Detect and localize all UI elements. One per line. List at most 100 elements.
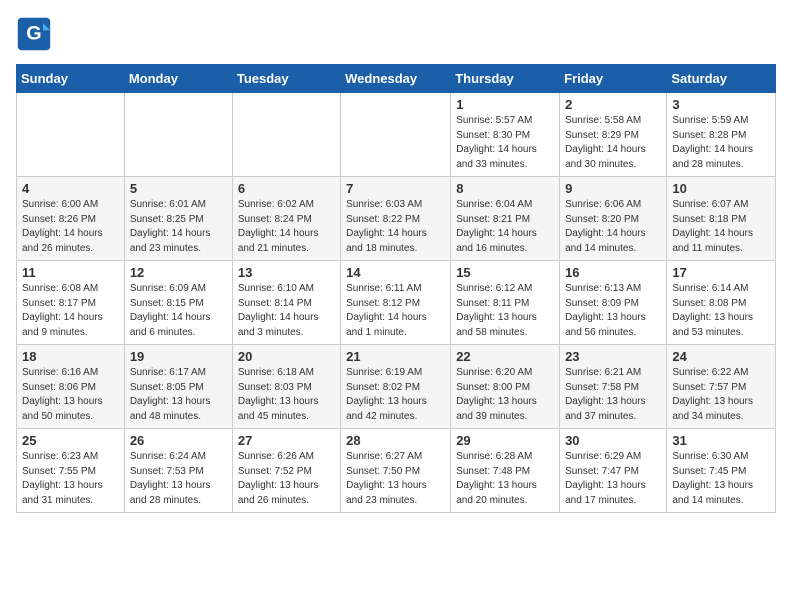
day-number: 16: [565, 265, 661, 280]
calendar-cell: 31 Sunrise: 6:30 AM Sunset: 7:45 PM Dayli…: [667, 429, 776, 513]
day-number: 18: [22, 349, 119, 364]
day-info: Sunrise: 6:14 AM Sunset: 8:08 PM Dayligh…: [672, 282, 770, 340]
day-number: 24: [672, 349, 770, 364]
calendar-cell: 8 Sunrise: 6:04 AM Sunset: 8:21 PM Daylig…: [451, 177, 560, 261]
day-info: Sunrise: 6:11 AM Sunset: 8:12 PM Dayligh…: [346, 282, 445, 340]
day-number: 22: [456, 349, 554, 364]
calendar-cell: 18 Sunrise: 6:16 AM Sunset: 8:06 PM Dayli…: [17, 345, 125, 429]
weekday-header-saturday: Saturday: [667, 65, 776, 93]
calendar-cell: [17, 93, 125, 177]
calendar-cell: 13 Sunrise: 6:10 AM Sunset: 8:14 PM Dayli…: [232, 261, 340, 345]
day-number: 5: [130, 181, 227, 196]
calendar-cell: 22 Sunrise: 6:20 AM Sunset: 8:00 PM Dayli…: [451, 345, 560, 429]
day-number: 7: [346, 181, 445, 196]
day-number: 4: [22, 181, 119, 196]
day-number: 28: [346, 433, 445, 448]
day-number: 23: [565, 349, 661, 364]
day-info: Sunrise: 6:07 AM Sunset: 8:18 PM Dayligh…: [672, 198, 770, 256]
calendar-cell: [341, 93, 451, 177]
day-info: Sunrise: 6:12 AM Sunset: 8:11 PM Dayligh…: [456, 282, 554, 340]
day-info: Sunrise: 6:28 AM Sunset: 7:48 PM Dayligh…: [456, 450, 554, 508]
day-info: Sunrise: 6:03 AM Sunset: 8:22 PM Dayligh…: [346, 198, 445, 256]
day-number: 6: [238, 181, 335, 196]
day-info: Sunrise: 5:58 AM Sunset: 8:29 PM Dayligh…: [565, 114, 661, 172]
day-info: Sunrise: 6:02 AM Sunset: 8:24 PM Dayligh…: [238, 198, 335, 256]
weekday-header-monday: Monday: [124, 65, 232, 93]
day-info: Sunrise: 6:21 AM Sunset: 7:58 PM Dayligh…: [565, 366, 661, 424]
day-number: 8: [456, 181, 554, 196]
day-number: 2: [565, 97, 661, 112]
calendar-cell: 10Sunrise: 6:07 AM Sunset: 8:18 PM Dayli…: [667, 177, 776, 261]
day-number: 25: [22, 433, 119, 448]
day-number: 27: [238, 433, 335, 448]
day-info: Sunrise: 6:27 AM Sunset: 7:50 PM Dayligh…: [346, 450, 445, 508]
day-info: Sunrise: 6:16 AM Sunset: 8:06 PM Dayligh…: [22, 366, 119, 424]
svg-text:G: G: [26, 22, 41, 44]
day-info: Sunrise: 6:09 AM Sunset: 8:15 PM Dayligh…: [130, 282, 227, 340]
calendar-cell: 11Sunrise: 6:08 AM Sunset: 8:17 PM Dayli…: [17, 261, 125, 345]
day-number: 21: [346, 349, 445, 364]
day-info: Sunrise: 6:18 AM Sunset: 8:03 PM Dayligh…: [238, 366, 335, 424]
day-info: Sunrise: 6:00 AM Sunset: 8:26 PM Dayligh…: [22, 198, 119, 256]
day-info: Sunrise: 6:26 AM Sunset: 7:52 PM Dayligh…: [238, 450, 335, 508]
calendar-cell: 2 Sunrise: 5:58 AM Sunset: 8:29 PM Daylig…: [560, 93, 667, 177]
calendar-cell: 16 Sunrise: 6:13 AM Sunset: 8:09 PM Dayli…: [560, 261, 667, 345]
weekday-header-friday: Friday: [560, 65, 667, 93]
calendar-cell: 27 Sunrise: 6:26 AM Sunset: 7:52 PM Dayli…: [232, 429, 340, 513]
calendar-table: SundayMondayTuesdayWednesdayThursdayFrid…: [16, 64, 776, 513]
calendar-cell: [232, 93, 340, 177]
day-info: Sunrise: 6:29 AM Sunset: 7:47 PM Dayligh…: [565, 450, 661, 508]
day-number: 20: [238, 349, 335, 364]
day-info: Sunrise: 6:23 AM Sunset: 7:55 PM Dayligh…: [22, 450, 119, 508]
day-info: Sunrise: 6:08 AM Sunset: 8:17 PM Dayligh…: [22, 282, 119, 340]
day-number: 1: [456, 97, 554, 112]
day-info: Sunrise: 6:01 AM Sunset: 8:25 PM Dayligh…: [130, 198, 227, 256]
day-number: 17: [672, 265, 770, 280]
day-number: 12: [130, 265, 227, 280]
day-number: 19: [130, 349, 227, 364]
day-info: Sunrise: 6:24 AM Sunset: 7:53 PM Dayligh…: [130, 450, 227, 508]
calendar-cell: 24 Sunrise: 6:22 AM Sunset: 7:57 PM Dayli…: [667, 345, 776, 429]
calendar-cell: 9Sunrise: 6:06 AM Sunset: 8:20 PM Daylig…: [560, 177, 667, 261]
calendar-cell: 20 Sunrise: 6:18 AM Sunset: 8:03 PM Dayli…: [232, 345, 340, 429]
day-number: 15: [456, 265, 554, 280]
day-info: Sunrise: 6:30 AM Sunset: 7:45 PM Dayligh…: [672, 450, 770, 508]
calendar-cell: 25 Sunrise: 6:23 AM Sunset: 7:55 PM Dayli…: [17, 429, 125, 513]
day-info: Sunrise: 6:22 AM Sunset: 7:57 PM Dayligh…: [672, 366, 770, 424]
weekday-header-tuesday: Tuesday: [232, 65, 340, 93]
day-info: Sunrise: 6:17 AM Sunset: 8:05 PM Dayligh…: [130, 366, 227, 424]
day-info: Sunrise: 5:57 AM Sunset: 8:30 PM Dayligh…: [456, 114, 554, 172]
calendar-cell: 26Sunrise: 6:24 AM Sunset: 7:53 PM Dayli…: [124, 429, 232, 513]
day-number: 30: [565, 433, 661, 448]
day-info: Sunrise: 6:04 AM Sunset: 8:21 PM Dayligh…: [456, 198, 554, 256]
calendar-cell: [124, 93, 232, 177]
day-info: Sunrise: 6:13 AM Sunset: 8:09 PM Dayligh…: [565, 282, 661, 340]
day-info: Sunrise: 6:10 AM Sunset: 8:14 PM Dayligh…: [238, 282, 335, 340]
calendar-cell: 29 Sunrise: 6:28 AM Sunset: 7:48 PM Dayli…: [451, 429, 560, 513]
calendar-cell: 5 Sunrise: 6:01 AM Sunset: 8:25 PM Daylig…: [124, 177, 232, 261]
calendar-cell: 19 Sunrise: 6:17 AM Sunset: 8:05 PM Dayli…: [124, 345, 232, 429]
day-number: 29: [456, 433, 554, 448]
day-number: 3: [672, 97, 770, 112]
calendar-cell: 3 Sunrise: 5:59 AM Sunset: 8:28 PM Daylig…: [667, 93, 776, 177]
day-info: Sunrise: 5:59 AM Sunset: 8:28 PM Dayligh…: [672, 114, 770, 172]
calendar-cell: 6 Sunrise: 6:02 AM Sunset: 8:24 PM Daylig…: [232, 177, 340, 261]
calendar-cell: 17 Sunrise: 6:14 AM Sunset: 8:08 PM Dayli…: [667, 261, 776, 345]
logo: G: [16, 16, 56, 52]
calendar-cell: 12 Sunrise: 6:09 AM Sunset: 8:15 PM Dayli…: [124, 261, 232, 345]
calendar-cell: 21 Sunrise: 6:19 AM Sunset: 8:02 PM Dayli…: [341, 345, 451, 429]
day-number: 31: [672, 433, 770, 448]
calendar-cell: 14 Sunrise: 6:11 AM Sunset: 8:12 PM Dayli…: [341, 261, 451, 345]
day-number: 9: [565, 181, 661, 196]
calendar-cell: 4 Sunrise: 6:00 AM Sunset: 8:26 PM Daylig…: [17, 177, 125, 261]
day-number: 13: [238, 265, 335, 280]
calendar-cell: 30 Sunrise: 6:29 AM Sunset: 7:47 PM Dayli…: [560, 429, 667, 513]
calendar-cell: 28 Sunrise: 6:27 AM Sunset: 7:50 PM Dayli…: [341, 429, 451, 513]
calendar-cell: 23 Sunrise: 6:21 AM Sunset: 7:58 PM Dayli…: [560, 345, 667, 429]
logo-icon: G: [16, 16, 52, 52]
calendar-cell: 7 Sunrise: 6:03 AM Sunset: 8:22 PM Daylig…: [341, 177, 451, 261]
day-info: Sunrise: 6:20 AM Sunset: 8:00 PM Dayligh…: [456, 366, 554, 424]
day-info: Sunrise: 6:19 AM Sunset: 8:02 PM Dayligh…: [346, 366, 445, 424]
weekday-header-thursday: Thursday: [451, 65, 560, 93]
day-number: 14: [346, 265, 445, 280]
